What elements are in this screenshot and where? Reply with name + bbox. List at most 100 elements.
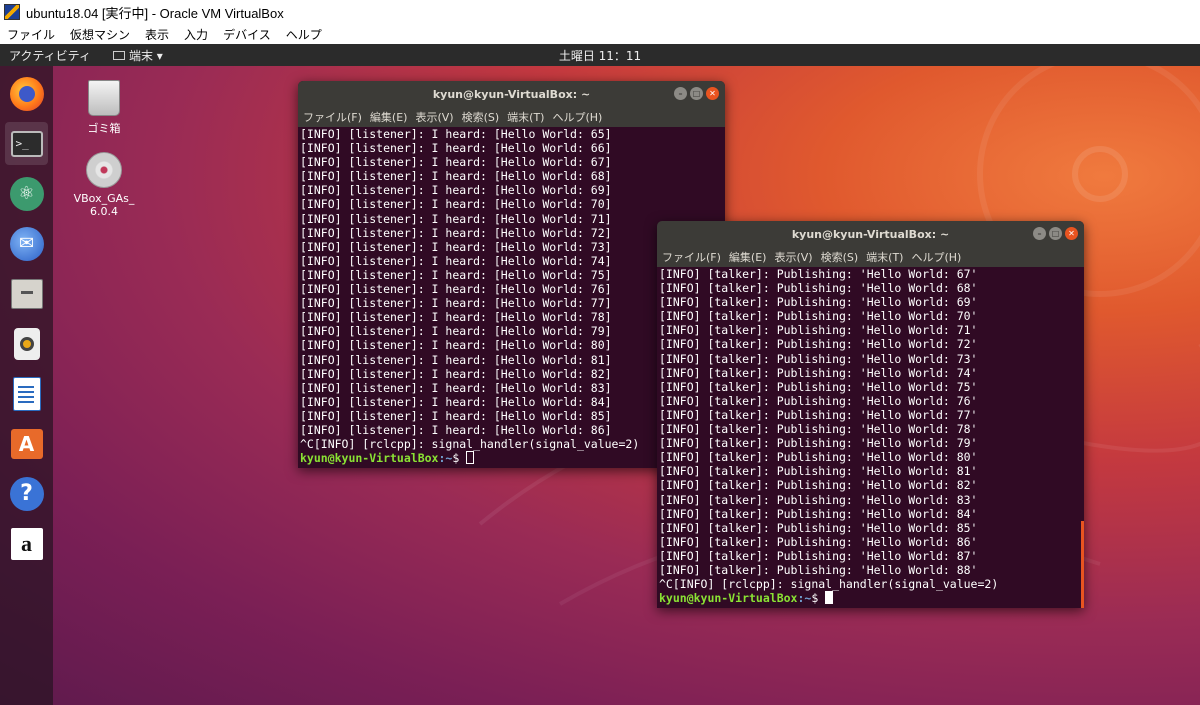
prompt-user: kyun@kyun-VirtualBox bbox=[659, 591, 798, 606]
gnome-topbar: アクティビティ 端末 ▾ 土曜日 11：11 bbox=[0, 44, 1200, 66]
trash-label: ゴミ箱 bbox=[87, 122, 121, 135]
guest-screen: アクティビティ 端末 ▾ 土曜日 11：11 >_ ⚛ ✉ A ? a ゴミ箱 … bbox=[0, 44, 1200, 705]
scrollbar[interactable] bbox=[1081, 521, 1084, 608]
terminal-line: [INFO] [listener]: I heard: [Hello World… bbox=[300, 183, 612, 198]
disc-label-line1: VBox_GAs_ bbox=[73, 192, 135, 205]
term-menu-file[interactable]: ファイル(F) bbox=[303, 109, 362, 125]
thunderbird-icon: ✉ bbox=[9, 226, 44, 261]
term-menu-terminal[interactable]: 端末(T) bbox=[507, 109, 544, 125]
prompt-path: :~ bbox=[797, 591, 812, 606]
menu-machine[interactable]: 仮想マシン bbox=[63, 26, 138, 43]
dock-atom[interactable]: ⚛ bbox=[5, 172, 48, 215]
maximize-button[interactable]: □ bbox=[1049, 227, 1062, 240]
atom-icon: ⚛ bbox=[9, 176, 44, 211]
terminal-window-talker[interactable]: kyun@kyun-VirtualBox: ~ – □ ✕ ファイル(F) 編集… bbox=[657, 221, 1084, 608]
terminal-line: [INFO] [talker]: Publishing: 'Hello Worl… bbox=[659, 393, 978, 408]
terminal-line: [INFO] [talker]: Publishing: 'Hello Worl… bbox=[659, 281, 978, 296]
terminal-line: [INFO] [talker]: Publishing: 'Hello Worl… bbox=[659, 351, 978, 366]
dock-help[interactable]: ? bbox=[5, 472, 48, 515]
menu-view[interactable]: 表示 bbox=[138, 26, 177, 43]
dock-thunderbird[interactable]: ✉ bbox=[5, 222, 48, 265]
terminal-menubar: ファイル(F) 編集(E) 表示(V) 検索(S) 端末(T) ヘルプ(H) bbox=[298, 107, 725, 127]
term-menu-file[interactable]: ファイル(F) bbox=[662, 249, 721, 265]
text-cursor bbox=[466, 451, 475, 465]
terminal-line: [INFO] [talker]: Publishing: 'Hello Worl… bbox=[659, 464, 978, 479]
trash-icon bbox=[88, 80, 120, 116]
desktop-trash[interactable]: ゴミ箱 bbox=[68, 80, 140, 136]
terminal-line: ^C[INFO] [rclcpp]: signal_handler(signal… bbox=[659, 577, 999, 592]
terminal-prompt[interactable]: kyun@kyun-VirtualBox:~$ bbox=[659, 591, 1084, 605]
app-menu-label: 端末 ▾ bbox=[128, 48, 163, 63]
dock-software[interactable]: A bbox=[5, 422, 48, 465]
term-menu-search[interactable]: 検索(S) bbox=[821, 249, 859, 265]
terminal-line: [INFO] [talker]: Publishing: 'Hello Worl… bbox=[659, 407, 978, 422]
terminal-line: [INFO] [talker]: Publishing: 'Hello Worl… bbox=[659, 548, 978, 563]
terminal-title: kyun@kyun-VirtualBox: ~ bbox=[432, 87, 591, 101]
menu-devices[interactable]: デバイス bbox=[216, 26, 279, 43]
app-menu[interactable]: 端末 ▾ bbox=[112, 47, 163, 64]
terminal-line: [INFO] [listener]: I heard: [Hello World… bbox=[300, 155, 612, 170]
term-menu-help[interactable]: ヘルプ(H) bbox=[911, 249, 961, 265]
firefox-icon bbox=[9, 76, 44, 111]
terminal-line: [INFO] [talker]: Publishing: 'Hello Worl… bbox=[659, 337, 978, 352]
menu-file[interactable]: ファイル bbox=[0, 26, 63, 43]
terminal-line: [INFO] [listener]: I heard: [Hello World… bbox=[300, 141, 612, 156]
terminal-line: [INFO] [talker]: Publishing: 'Hello Worl… bbox=[659, 520, 978, 535]
dock-terminal[interactable]: >_ bbox=[5, 122, 48, 165]
terminal-line: [INFO] [listener]: I heard: [Hello World… bbox=[300, 169, 612, 184]
menu-help[interactable]: ヘルプ bbox=[279, 26, 330, 43]
dock-writer[interactable] bbox=[5, 372, 48, 415]
dock-firefox[interactable] bbox=[5, 72, 48, 115]
term-menu-search[interactable]: 検索(S) bbox=[462, 109, 500, 125]
menu-input[interactable]: 入力 bbox=[177, 26, 216, 43]
terminal-titlebar[interactable]: kyun@kyun-VirtualBox: ~ – □ ✕ bbox=[298, 81, 725, 107]
minimize-button[interactable]: – bbox=[674, 87, 687, 100]
term-menu-edit[interactable]: 編集(E) bbox=[729, 249, 767, 265]
disc-label-line2: 6.0.4 bbox=[90, 205, 118, 218]
terminal-line: [INFO] [talker]: Publishing: 'Hello Worl… bbox=[659, 478, 978, 493]
term-menu-view[interactable]: 表示(V) bbox=[415, 109, 453, 125]
terminal-line: [INFO] [talker]: Publishing: 'Hello Worl… bbox=[659, 450, 978, 465]
dock-files[interactable] bbox=[5, 272, 48, 315]
terminal-line: [INFO] [listener]: I heard: [Hello World… bbox=[300, 127, 612, 141]
term-menu-terminal[interactable]: 端末(T) bbox=[866, 249, 903, 265]
terminal-line: [INFO] [talker]: Publishing: 'Hello Worl… bbox=[659, 295, 978, 310]
help-icon: ? bbox=[9, 476, 44, 511]
term-menu-edit[interactable]: 編集(E) bbox=[370, 109, 408, 125]
terminal-line: [INFO] [talker]: Publishing: 'Hello Worl… bbox=[659, 365, 978, 380]
terminal-output[interactable]: [INFO] [talker]: Publishing: 'Hello Worl… bbox=[657, 267, 1084, 605]
prompt-symbol: $ bbox=[811, 591, 826, 606]
prompt-user: kyun@kyun-VirtualBox bbox=[300, 451, 439, 466]
amazon-icon: a bbox=[10, 527, 43, 560]
writer-icon bbox=[12, 376, 41, 411]
terminal-line: [INFO] [talker]: Publishing: 'Hello Worl… bbox=[659, 267, 978, 281]
minimize-button[interactable]: – bbox=[1033, 227, 1046, 240]
terminal-menubar: ファイル(F) 編集(E) 表示(V) 検索(S) 端末(T) ヘルプ(H) bbox=[657, 247, 1084, 267]
terminal-line: [INFO] [talker]: Publishing: 'Hello Worl… bbox=[659, 436, 978, 451]
virtualbox-icon bbox=[4, 4, 20, 20]
disc-icon bbox=[86, 152, 122, 188]
dock-amazon[interactable]: a bbox=[5, 522, 48, 565]
window-title: ubuntu18.04 [実行中] - Oracle VM VirtualBox bbox=[26, 5, 284, 21]
terminal-line: [INFO] [listener]: I heard: [Hello World… bbox=[300, 197, 612, 212]
software-icon: A bbox=[10, 428, 43, 459]
clock[interactable]: 土曜日 11：11 bbox=[559, 49, 641, 63]
close-button[interactable]: ✕ bbox=[706, 87, 719, 100]
activities-button[interactable]: アクティビティ bbox=[9, 47, 91, 64]
prompt-symbol: $ bbox=[452, 451, 467, 466]
close-button[interactable]: ✕ bbox=[1065, 227, 1078, 240]
desktop-disc[interactable]: VBox_GAs_ 6.0.4 bbox=[68, 152, 140, 218]
term-menu-view[interactable]: 表示(V) bbox=[774, 249, 812, 265]
terminal-line: [INFO] [talker]: Publishing: 'Hello Worl… bbox=[659, 506, 978, 521]
maximize-button[interactable]: □ bbox=[690, 87, 703, 100]
terminal-line: [INFO] [talker]: Publishing: 'Hello Worl… bbox=[659, 492, 978, 507]
terminal-small-icon bbox=[112, 50, 125, 60]
terminal-line: [INFO] [talker]: Publishing: 'Hello Worl… bbox=[659, 534, 978, 549]
dock-rhythmbox[interactable] bbox=[5, 322, 48, 365]
vbox-titlebar: ubuntu18.04 [実行中] - Oracle VM VirtualBox bbox=[0, 0, 1200, 24]
dock: >_ ⚛ ✉ A ? a bbox=[0, 66, 53, 705]
terminal-line: [INFO] [talker]: Publishing: 'Hello Worl… bbox=[659, 422, 978, 437]
terminal-line: [INFO] [talker]: Publishing: 'Hello Worl… bbox=[659, 379, 978, 394]
terminal-titlebar[interactable]: kyun@kyun-VirtualBox: ~ – □ ✕ bbox=[657, 221, 1084, 247]
term-menu-help[interactable]: ヘルプ(H) bbox=[552, 109, 602, 125]
